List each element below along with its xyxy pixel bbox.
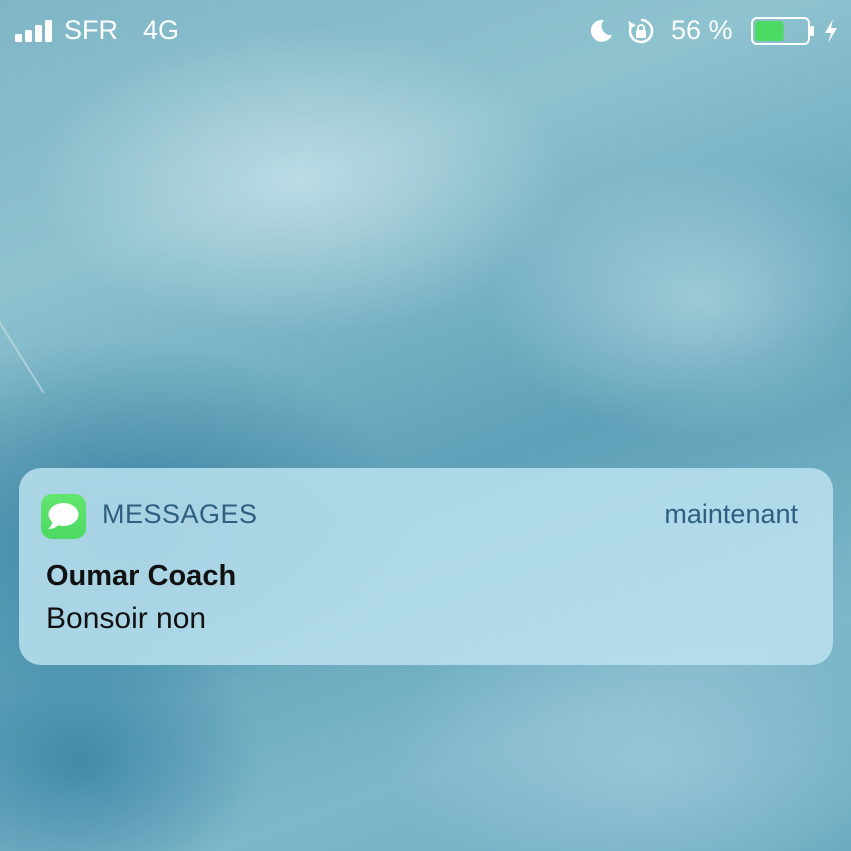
status-bar: SFR 4G 56 %: [0, 0, 851, 62]
network-type: 4G: [143, 15, 180, 45]
signal-icon: [15, 20, 59, 42]
notification-app-name: MESSAGES: [102, 499, 258, 529]
notification-message: Bonsoir non: [46, 602, 207, 635]
moon-icon: [590, 19, 612, 42]
notification-sender: Oumar Coach: [46, 560, 237, 592]
messages-icon: [41, 494, 86, 539]
battery-percent: 56 %: [671, 15, 733, 45]
message-notification[interactable]: MESSAGES maintenant Oumar Coach Bonsoir …: [19, 468, 833, 665]
wallpaper-streak: [0, 290, 45, 394]
bolt-icon: [825, 19, 837, 43]
notification-time: maintenant: [664, 499, 798, 529]
wallpaper: [0, 0, 851, 851]
lock-rotation-icon: [628, 18, 654, 44]
battery-fill: [755, 21, 784, 41]
battery-icon: [751, 17, 814, 45]
carrier-name: SFR: [64, 15, 118, 45]
